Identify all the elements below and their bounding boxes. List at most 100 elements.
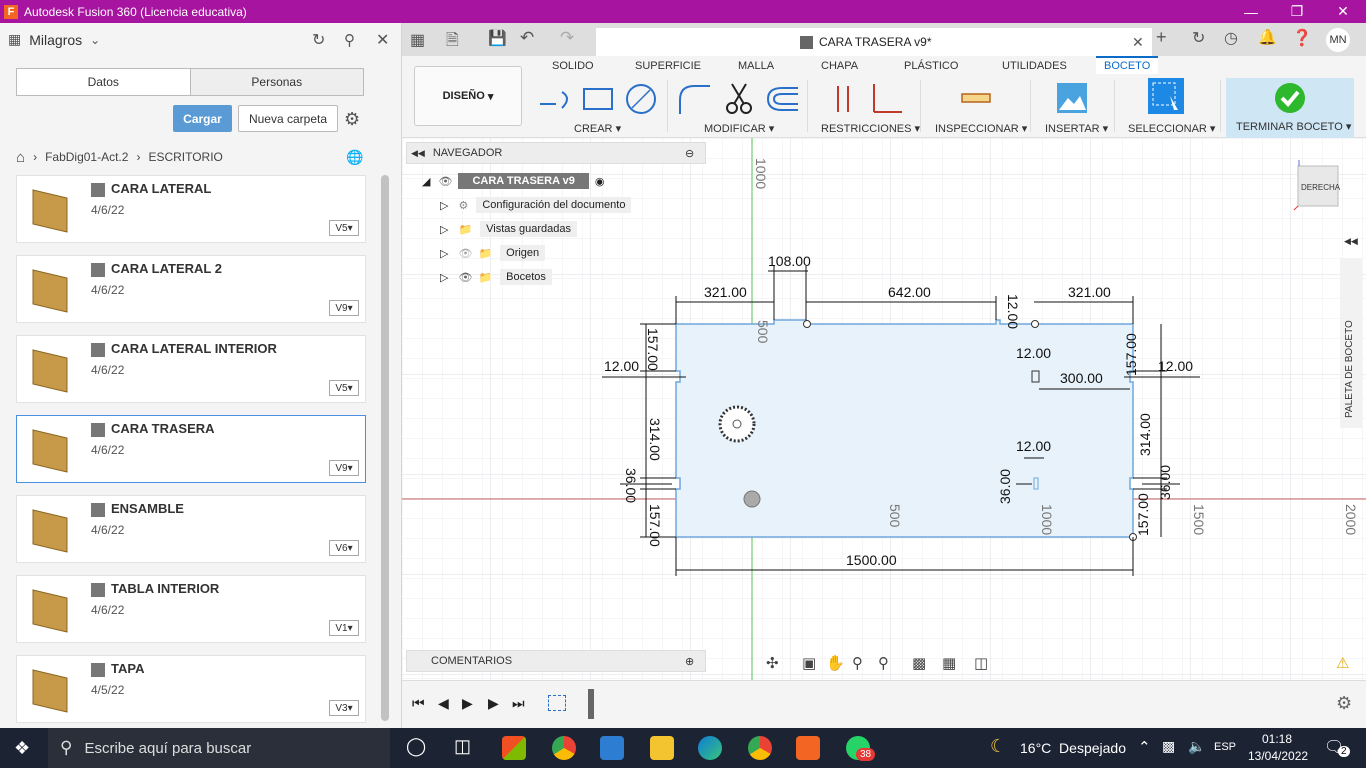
rectangle-tool-icon[interactable] bbox=[582, 86, 614, 112]
save-icon[interactable]: 💾 bbox=[488, 29, 507, 47]
dim-top-left[interactable]: 321.00 bbox=[704, 284, 747, 300]
chevron-down-icon[interactable]: ⌄ bbox=[90, 33, 100, 47]
redo-icon[interactable]: ↷ bbox=[560, 28, 574, 48]
dim-r157b[interactable]: 157.00 bbox=[1135, 493, 1151, 536]
clock-icon[interactable]: ◷ bbox=[1224, 28, 1238, 48]
apps-grid-icon[interactable]: ▦ bbox=[410, 30, 425, 50]
workspace-switcher[interactable]: DISEÑO ▾ bbox=[414, 66, 522, 126]
gear-icon[interactable]: ⚙ bbox=[344, 109, 360, 130]
refresh-icon[interactable]: ↻ bbox=[312, 30, 325, 50]
dim-r157a[interactable]: 157.00 bbox=[1123, 333, 1139, 376]
version-badge[interactable]: V5 ▾ bbox=[329, 220, 359, 236]
restricciones-menu[interactable]: RESTRICCIONES ▾ bbox=[821, 122, 920, 135]
eye-icon[interactable]: 👁 bbox=[458, 271, 472, 284]
store-icon[interactable] bbox=[502, 736, 526, 760]
search-icon[interactable]: ⚲ bbox=[344, 31, 355, 49]
minimize-button[interactable]: — bbox=[1228, 0, 1274, 23]
comments-panel[interactable]: COMENTARIOS ⊕ bbox=[406, 650, 706, 672]
browser-item-origin[interactable]: ▷ 👁 📁 Origen bbox=[440, 244, 546, 262]
navigator-header[interactable]: ◀◀ NAVEGADOR ⊖ bbox=[406, 142, 706, 164]
file-card[interactable]: TAPA 4/5/22 V3 ▾ bbox=[16, 655, 366, 723]
undo-icon[interactable]: ↶ bbox=[520, 28, 534, 48]
constraint-parallel-icon[interactable] bbox=[832, 82, 856, 116]
step-back-icon[interactable]: ◀ bbox=[438, 695, 449, 712]
restore-button[interactable]: ❐ bbox=[1274, 0, 1320, 23]
browser-item-config[interactable]: ▷ ⚙ Configuración del documento bbox=[440, 196, 632, 214]
modificar-menu[interactable]: MODIFICAR ▾ bbox=[704, 122, 774, 135]
dim-v157a[interactable]: 157.00 bbox=[645, 328, 661, 371]
constraint-perpendicular-icon[interactable] bbox=[868, 82, 904, 116]
dim-v157b[interactable]: 157.00 bbox=[647, 504, 663, 547]
windows-start-icon[interactable]: ❖ bbox=[14, 738, 30, 759]
file-card[interactable]: TABLA INTERIOR 4/6/22 V1 ▾ bbox=[16, 575, 366, 643]
tab-chapa[interactable]: CHAPA bbox=[821, 60, 858, 72]
online-icon[interactable]: ↻ bbox=[1192, 28, 1205, 48]
measure-tool-icon[interactable] bbox=[960, 88, 992, 108]
inspeccionar-menu[interactable]: INSPECCIONAR ▾ bbox=[935, 122, 1027, 135]
display-settings-icon[interactable]: ▩ bbox=[912, 654, 926, 672]
globe-icon[interactable]: 🌐 bbox=[346, 149, 363, 166]
tab-datos[interactable]: Datos bbox=[17, 69, 190, 95]
tab-boceto[interactable]: BOCETO bbox=[1096, 56, 1159, 74]
new-folder-button[interactable]: Nueva carpeta bbox=[238, 105, 338, 132]
file-card[interactable]: CARA LATERAL 4/6/22 V5 ▾ bbox=[16, 175, 366, 243]
expand-palette-icon[interactable]: ◀◀ bbox=[1344, 236, 1358, 247]
browser-item-sketches[interactable]: ▷ 👁 📁 Bocetos bbox=[440, 268, 552, 286]
zoom-fit-icon[interactable]: ⚲ bbox=[852, 654, 863, 672]
file-menu-icon[interactable]: 🗎 bbox=[446, 29, 459, 56]
edge-icon[interactable] bbox=[698, 736, 722, 760]
grid-icon[interactable]: ▦ bbox=[8, 31, 21, 48]
dim-r314[interactable]: 314.00 bbox=[1137, 413, 1153, 456]
activate-radio-icon[interactable]: ◉ bbox=[595, 175, 605, 188]
clock-date[interactable]: 13/04/2022 bbox=[1248, 749, 1308, 763]
minimize-panel-icon[interactable]: ⊖ bbox=[685, 147, 694, 160]
look-at-icon[interactable]: ▣ bbox=[802, 654, 816, 672]
insert-image-icon[interactable] bbox=[1056, 82, 1088, 114]
file-card[interactable]: CARA LATERAL 2 4/6/22 V9 ▾ bbox=[16, 255, 366, 323]
offset-tool-icon[interactable] bbox=[764, 84, 800, 114]
file-card[interactable]: ENSAMBLE 4/6/22 V6 ▾ bbox=[16, 495, 366, 563]
version-badge[interactable]: V3 ▾ bbox=[329, 700, 359, 716]
clock-time[interactable]: 01:18 bbox=[1262, 732, 1292, 746]
version-badge[interactable]: V1 ▾ bbox=[329, 620, 359, 636]
dim-top-mid[interactable]: 642.00 bbox=[888, 284, 931, 300]
add-comment-icon[interactable]: ⊕ bbox=[685, 655, 694, 668]
breadcrumb-folder[interactable]: ESCRITORIO bbox=[148, 150, 222, 164]
upload-button[interactable]: Cargar bbox=[173, 105, 232, 132]
go-to-start-icon[interactable]: ⏮ bbox=[412, 695, 425, 712]
version-badge[interactable]: V9 ▾ bbox=[329, 460, 359, 476]
orbit-icon[interactable]: ✣ bbox=[766, 654, 779, 672]
sketch-palette-tab[interactable]: PALETA DE BOCETO bbox=[1340, 258, 1362, 428]
dim-v36a[interactable]: 36.00 bbox=[623, 468, 639, 503]
task-view-icon[interactable]: ◫ bbox=[454, 736, 471, 757]
warning-icon[interactable]: ⚠ bbox=[1336, 654, 1349, 672]
chrome-icon-2[interactable] bbox=[748, 736, 772, 760]
trim-tool-icon[interactable] bbox=[724, 82, 754, 116]
dim-r36[interactable]: 36.00 bbox=[1157, 465, 1173, 500]
circle-center[interactable] bbox=[732, 419, 742, 429]
play-icon[interactable]: ▶ bbox=[462, 695, 473, 712]
tab-utilidades[interactable]: UTILIDADES bbox=[1002, 60, 1067, 72]
settings-gear-icon[interactable]: ⚙ bbox=[1336, 693, 1352, 714]
zoom-window-icon[interactable]: ⚲ bbox=[878, 654, 889, 672]
dim-left-tab[interactable]: 12.00 bbox=[604, 358, 639, 374]
go-to-end-icon[interactable]: ⏭ bbox=[512, 695, 525, 712]
mail-icon[interactable] bbox=[600, 736, 624, 760]
eye-hidden-icon[interactable]: 👁 bbox=[458, 247, 472, 260]
fillet-tool-icon[interactable] bbox=[676, 82, 712, 116]
home-icon[interactable]: ⌂ bbox=[16, 149, 25, 166]
project-name[interactable]: Milagros bbox=[29, 32, 82, 48]
dim-top-right[interactable]: 321.00 bbox=[1068, 284, 1111, 300]
viewports-icon[interactable]: ◫ bbox=[974, 654, 988, 672]
seleccionar-menu[interactable]: SELECCIONAR ▾ bbox=[1128, 122, 1215, 135]
circle-tool-icon[interactable] bbox=[624, 82, 658, 116]
tray-chevron-icon[interactable]: ⌃ bbox=[1138, 738, 1151, 756]
tab-personas[interactable]: Personas bbox=[189, 69, 363, 95]
avatar[interactable]: MN bbox=[1326, 28, 1350, 52]
browser-root[interactable]: ◢ 👁 CARA TRASERA v9 ◉ bbox=[422, 172, 605, 190]
close-icon[interactable]: ✕ bbox=[376, 30, 389, 50]
breadcrumb-project[interactable]: FabDig01-Act.2 bbox=[45, 150, 128, 164]
dim-v314a[interactable]: 314.00 bbox=[647, 418, 663, 461]
tab-solido[interactable]: SOLIDO bbox=[552, 60, 594, 72]
document-tab[interactable]: CARA TRASERA v9* ✕ bbox=[596, 28, 1152, 56]
